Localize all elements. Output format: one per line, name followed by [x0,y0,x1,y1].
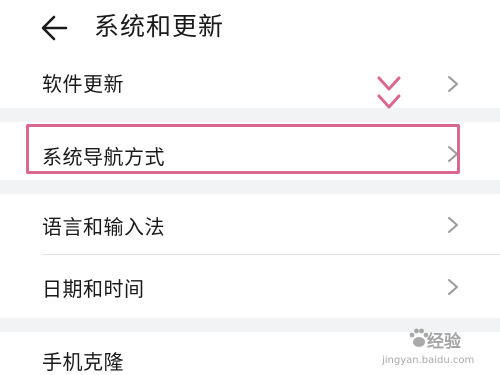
settings-item-label: 系统导航方式 [42,145,165,169]
back-arrow-icon[interactable] [36,8,76,48]
chevron-right-icon [448,76,458,92]
header: 系统和更新 [0,0,500,58]
list-divider [42,254,500,255]
settings-item-language-input[interactable]: 语言和输入法 [0,194,500,255]
settings-item-software-update[interactable]: 软件更新 [0,58,500,108]
page-title: 系统和更新 [94,12,225,41]
chevron-right-icon [448,279,458,295]
watermark-url: jingyan.baidu.com [382,355,475,366]
chevron-right-icon [448,146,458,162]
watermark-text: 经验 [427,332,461,352]
baidu-jingyan-watermark: 经验 jingyan.baidu.com [382,325,494,369]
settings-item-label: 软件更新 [42,72,124,96]
settings-item-system-navigation[interactable]: 系统导航方式 [0,122,500,180]
settings-item-label: 手机克隆 [42,350,124,374]
settings-item-label: 语言和输入法 [42,215,165,239]
double-chevron-down-annotation-icon [377,76,401,109]
settings-item-label: 日期和时间 [42,277,145,301]
chevron-right-icon [448,217,458,233]
settings-item-date-time[interactable]: 日期和时间 [0,255,500,318]
